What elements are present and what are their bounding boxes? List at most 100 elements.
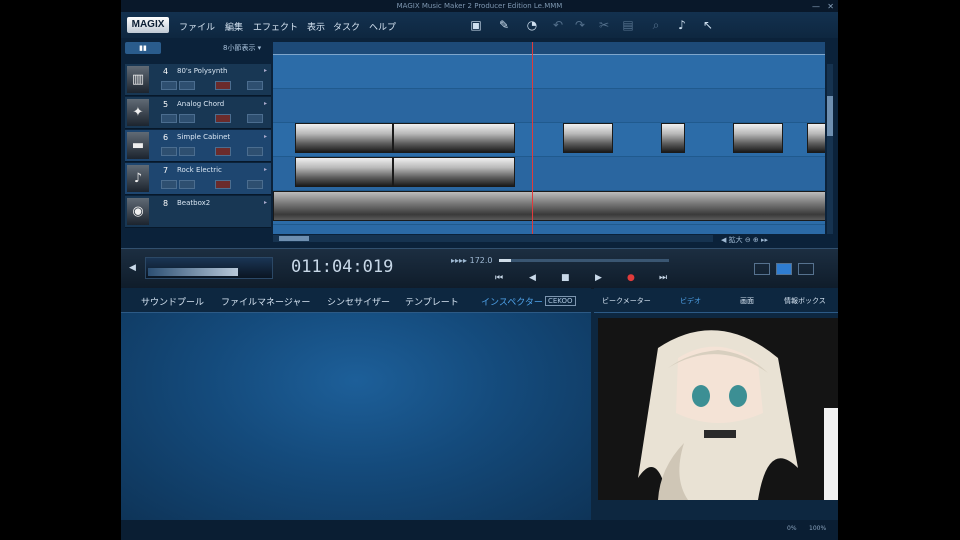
track-lane[interactable] [273, 89, 825, 123]
timeline[interactable] [273, 42, 825, 234]
media-tabs: サウンドプール ファイルマネージャー シンセサイザー テンプレート インスペクタ… [121, 288, 591, 313]
app-window: MAGIX Music Maker 2 Producer Edition Le.… [121, 0, 838, 540]
solo-button[interactable] [179, 147, 195, 156]
menu-file[interactable]: ファイル [179, 20, 215, 33]
scroll-thumb[interactable] [279, 236, 309, 241]
solo-button[interactable] [179, 114, 195, 123]
stop-button[interactable]: ■ [561, 273, 570, 283]
zoom-status: 100% [809, 525, 827, 532]
zoom-icon[interactable]: ⌕ [649, 18, 663, 32]
mute-button[interactable] [161, 114, 177, 123]
audio-clip[interactable] [393, 123, 515, 153]
fx-button[interactable] [247, 147, 263, 156]
forward-end-button[interactable]: ⏭ [659, 273, 667, 283]
track-lane[interactable] [273, 55, 825, 89]
layout-mode-1[interactable] [754, 263, 770, 275]
mute-button[interactable] [161, 147, 177, 156]
position-slider[interactable] [499, 259, 669, 262]
pointer-icon[interactable]: ↖ [701, 18, 715, 32]
vertical-scrollbar[interactable] [827, 64, 833, 234]
track-number: 4 [163, 67, 169, 76]
track-menu-icon[interactable]: ▸ [264, 133, 267, 140]
menu-bar: MAGIX ファイル 編集 エフェクト 表示 タスク ヘルプ ▣ ✎ ◔ ↶ ↷… [121, 12, 838, 38]
rewind-start-button[interactable]: ⏮ [495, 273, 503, 283]
timeline-ruler[interactable] [273, 42, 825, 55]
zoom-controls[interactable]: ◀ 拡大 ⊖ ⊕ ▸▸ [721, 235, 768, 245]
playhead[interactable] [532, 42, 533, 234]
tab-screen[interactable]: 画面 [740, 296, 754, 306]
track-view-button[interactable]: ▮▮ [125, 42, 161, 54]
layout-mode-2[interactable] [776, 263, 792, 275]
track-lane[interactable] [273, 123, 825, 157]
menu-view[interactable]: 表示 [307, 20, 325, 33]
scroll-thumb[interactable] [827, 96, 833, 136]
track-row[interactable]: ♪ 7 Rock Electric ▸ [125, 163, 271, 195]
cut-icon[interactable]: ✂ [597, 18, 611, 32]
menu-effects[interactable]: エフェクト [253, 20, 298, 33]
track-menu-icon[interactable]: ▸ [264, 100, 267, 107]
track-row[interactable]: ◉ 8 Beatbox2 ▸ [125, 196, 271, 228]
audio-clip[interactable] [273, 191, 825, 221]
tab-inspector[interactable]: インスペクター [481, 295, 543, 308]
track-name: Beatbox2 [177, 199, 211, 207]
mute-button[interactable] [161, 81, 177, 90]
level-meter [145, 257, 273, 279]
menu-edit[interactable]: 編集 [225, 20, 243, 33]
track-menu-icon[interactable]: ▸ [264, 166, 267, 173]
menu-tasks[interactable]: タスク [333, 20, 360, 33]
fx-button[interactable] [247, 180, 263, 189]
audio-clip[interactable] [733, 123, 783, 153]
track-menu-icon[interactable]: ▸ [264, 199, 267, 206]
timecode-display: 011:04:019 [291, 257, 394, 277]
window-title: MAGIX Music Maker 2 Producer Edition Le.… [396, 2, 563, 10]
solo-button[interactable] [179, 81, 195, 90]
track-lane[interactable] [273, 191, 825, 225]
preview-panel: ビークメーター ビデオ 画面 情報ボックス [594, 288, 838, 520]
tab-synthesizer[interactable]: シンセサイザー [327, 295, 390, 308]
note-icon[interactable]: ♪ [675, 18, 689, 32]
tab-peak-meter[interactable]: ビークメーター [602, 296, 651, 306]
record-button[interactable]: ● [627, 273, 635, 283]
audio-clip[interactable] [807, 123, 825, 153]
media-pool-panel: サウンドプール ファイルマネージャー シンセサイザー テンプレート インスペクタ… [121, 288, 591, 520]
track-row[interactable]: ▥ 4 80's Polysynth ▸ [125, 64, 271, 96]
audio-clip[interactable] [295, 157, 393, 187]
record-arm-button[interactable] [215, 114, 231, 123]
record-arm-button[interactable] [215, 81, 231, 90]
fx-button[interactable] [247, 114, 263, 123]
track-menu-icon[interactable]: ▸ [264, 67, 267, 74]
audio-clip[interactable] [393, 157, 515, 187]
save-icon[interactable]: ▣ [469, 18, 483, 32]
rewind-button[interactable]: ◀ [529, 273, 536, 283]
record-arm-button[interactable] [215, 147, 231, 156]
redo-icon[interactable]: ↷ [573, 18, 587, 32]
solo-button[interactable] [179, 180, 195, 189]
record-arm-button[interactable] [215, 180, 231, 189]
tab-file-manager[interactable]: ファイルマネージャー [221, 295, 310, 308]
tab-info-box[interactable]: 情報ボックス [784, 296, 826, 306]
mix-icon[interactable]: ◔ [525, 18, 539, 32]
tab-soundpool[interactable]: サウンドプール [141, 295, 204, 308]
audio-clip[interactable] [661, 123, 685, 153]
audio-clip[interactable] [295, 123, 393, 153]
audio-clip[interactable] [563, 123, 613, 153]
delete-icon[interactable]: ▤ [621, 18, 635, 32]
menu-help[interactable]: ヘルプ [369, 20, 396, 33]
track-row[interactable]: ▬ 6 Simple Cabinet ▸ [125, 130, 271, 162]
undo-icon[interactable]: ↶ [551, 18, 565, 32]
zoom-select[interactable]: 8小節表示 ▾ [223, 43, 261, 53]
horizontal-scrollbar[interactable] [273, 235, 713, 242]
tempo-display[interactable]: ▸▸▸▸ 172.0 [451, 256, 493, 265]
track-number: 6 [163, 133, 169, 142]
fx-button[interactable] [247, 81, 263, 90]
tab-template[interactable]: テンプレート [405, 295, 459, 308]
play-button[interactable]: ▶ [595, 273, 602, 283]
track-lane[interactable] [273, 157, 825, 191]
layout-mode-3[interactable] [798, 263, 814, 275]
tab-video[interactable]: ビデオ [680, 296, 701, 306]
microphone-icon: ✦ [127, 99, 149, 126]
scissors-knife-icon[interactable]: ✎ [497, 18, 511, 32]
track-row[interactable]: ✦ 5 Analog Chord ▸ [125, 97, 271, 129]
mute-button[interactable] [161, 180, 177, 189]
speaker-icon[interactable]: ◀ [129, 263, 136, 273]
